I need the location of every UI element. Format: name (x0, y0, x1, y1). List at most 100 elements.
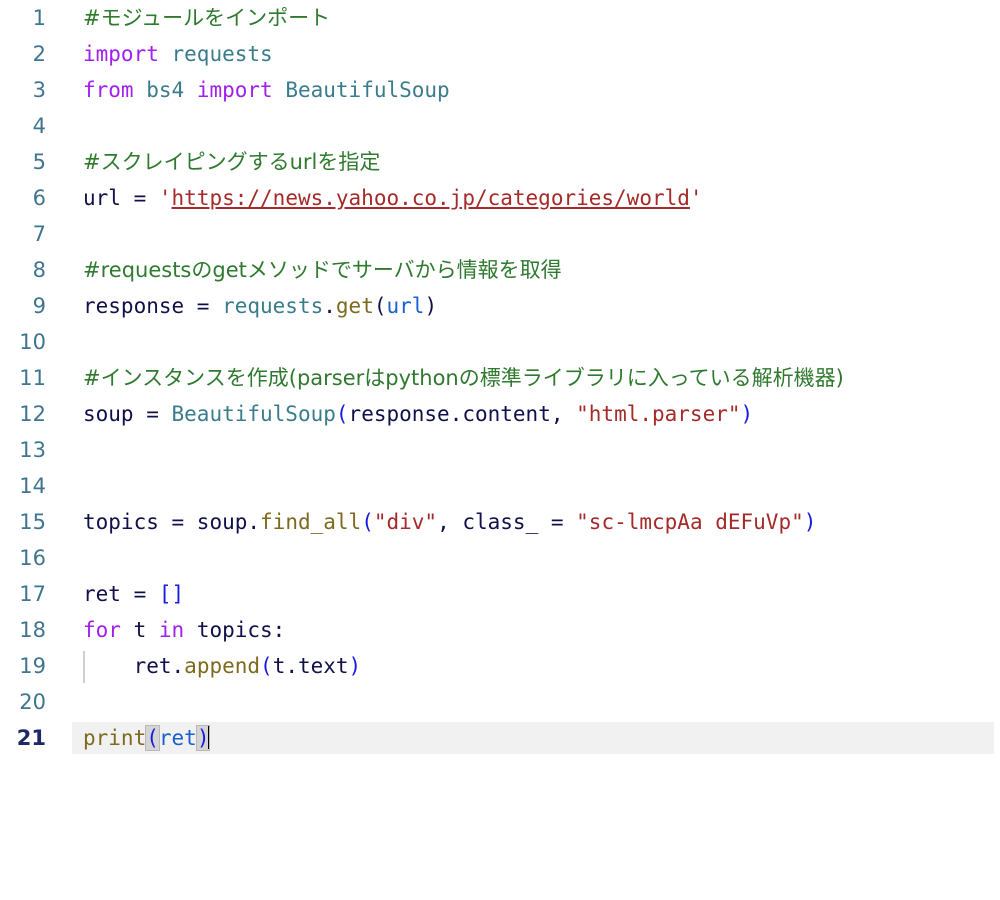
code-line[interactable]: 11 #インスタンスを作成(parserはpythonの標準ライブラリに入ってい… (0, 360, 1000, 396)
token-method: get (335, 294, 374, 318)
code-line[interactable]: 2 import requests (0, 36, 1000, 72)
code-line[interactable]: 9 response = requests.get(url) (0, 288, 1000, 324)
token-list-literal: [] (158, 582, 185, 606)
token-comment: #モジュールをインポート (83, 6, 331, 30)
line-number: 2 (32, 42, 46, 66)
token-module: requests (222, 294, 324, 318)
token-paren-open-matched: ( (145, 725, 160, 751)
line-number: 16 (19, 546, 46, 570)
code-line[interactable]: 7 (0, 216, 1000, 252)
code-line[interactable]: 12 soup = BeautifulSoup(response.content… (0, 396, 1000, 432)
token-class: BeautifulSoup (171, 402, 336, 426)
code-line[interactable]: 18 for t in topics: (0, 612, 1000, 648)
token-module: bs4 (146, 78, 185, 102)
code-line[interactable]: 5 #スクレイピングするurlを指定 (0, 144, 1000, 180)
code-line[interactable]: 15 topics = soup.find_all("div", class_ … (0, 504, 1000, 540)
token-paren-close: ) (424, 294, 438, 318)
token-builtin-function: print (83, 726, 147, 750)
token-module: requests (171, 42, 273, 66)
line-content[interactable]: from bs4 import BeautifulSoup (83, 72, 1000, 108)
token-class: BeautifulSoup (285, 78, 450, 102)
token-keyword: from (83, 78, 134, 102)
token-variable: topics (83, 510, 159, 534)
token-variable: response (83, 294, 185, 318)
token-argument: t.text (272, 654, 349, 678)
code-line[interactable]: 13 (0, 432, 1000, 468)
token-dot: . (171, 654, 185, 678)
token-string: "sc-lmcpAa dEFuVp" (576, 510, 804, 534)
token-method: append (184, 654, 261, 678)
code-line[interactable]: 10 (0, 324, 1000, 360)
token-argument: ret (158, 726, 197, 750)
code-line[interactable]: 4 (0, 108, 1000, 144)
token-comment: #インスタンスを作成(parserはpythonの標準ライブラリに入っている解析… (83, 366, 844, 390)
token-argument: response.content (348, 402, 551, 426)
line-number: 6 (32, 186, 46, 210)
line-number: 15 (19, 510, 46, 534)
code-line[interactable]: 1 #モジュールをインポート (0, 0, 1000, 36)
token-comment: #スクレイピングするurlを指定 (83, 150, 381, 174)
line-number: 20 (19, 690, 46, 714)
code-line[interactable]: 19 ret.append(t.text) (0, 648, 1000, 684)
line-content[interactable]: for t in topics: (83, 612, 1000, 648)
token-keyword: in (158, 618, 185, 642)
line-content[interactable]: ret.append(t.text) (83, 648, 1000, 684)
line-number: 3 (32, 78, 46, 102)
line-number: 4 (32, 114, 46, 138)
line-content[interactable]: topics = soup.find_all("div", class_ = "… (83, 504, 1000, 540)
code-line[interactable]: 14 (0, 468, 1000, 504)
line-content[interactable]: import requests (83, 36, 1000, 72)
code-line-active[interactable]: 21 print(ret) (0, 720, 1000, 756)
token-variable: ret (83, 582, 121, 606)
code-line[interactable]: 6 url = 'https://news.yahoo.co.jp/catego… (0, 180, 1000, 216)
token-url-string[interactable]: https://news.yahoo.co.jp/categories/worl… (172, 186, 690, 210)
token-paren-open: ( (373, 294, 387, 318)
token-object: soup (196, 510, 248, 534)
token-argument: url (386, 294, 425, 318)
line-content[interactable]: #モジュールをインポート (83, 0, 1000, 36)
line-number: 13 (19, 438, 46, 462)
token-variable: url (83, 186, 121, 210)
code-editor[interactable]: 1 #モジュールをインポート 2 import requests 3 from … (0, 0, 1000, 780)
token-quote: ' (689, 186, 703, 210)
token-kwarg: class_ (462, 510, 539, 534)
text-caret (208, 725, 211, 749)
token-keyword: import (196, 78, 273, 102)
token-variable: ret (133, 654, 172, 678)
token-string: "div" (373, 510, 438, 534)
line-content[interactable]: response = requests.get(url) (83, 288, 1000, 324)
line-content[interactable]: ret = [] (83, 576, 1000, 612)
line-content[interactable]: url = 'https://news.yahoo.co.jp/categori… (83, 180, 1000, 216)
line-number: 8 (32, 258, 46, 282)
token-operator: = (133, 402, 172, 426)
line-number: 14 (19, 474, 46, 498)
code-line[interactable]: 17 ret = [] (0, 576, 1000, 612)
token-keyword: import (83, 42, 159, 66)
token-paren-close: ) (348, 654, 362, 678)
token-keyword: for (83, 618, 121, 642)
line-number: 11 (19, 366, 46, 390)
line-content[interactable]: #スクレイピングするurlを指定 (83, 144, 1000, 180)
code-line[interactable]: 3 from bs4 import BeautifulSoup (0, 72, 1000, 108)
token-sequence: topics: (184, 618, 286, 642)
line-content[interactable]: print(ret) (83, 720, 1000, 756)
token-string: "html.parser" (576, 402, 741, 426)
line-number: 1 (32, 6, 46, 30)
token-iterator: t (120, 618, 159, 642)
line-content[interactable]: soup = BeautifulSoup(response.content, "… (83, 396, 1000, 432)
line-number: 9 (32, 294, 46, 318)
code-line[interactable]: 20 (0, 684, 1000, 720)
token-paren-open: ( (260, 654, 273, 678)
token-operator: = (120, 186, 159, 210)
token-quote: ' (158, 186, 172, 210)
code-line[interactable]: 8 #requestsのgetメソッドでサーバから情報を取得 (0, 252, 1000, 288)
token-operator: = (184, 294, 223, 318)
line-content[interactable]: #requestsのgetメソッドでサーバから情報を取得 (83, 252, 1000, 288)
token-operator: = (538, 510, 577, 534)
code-line[interactable]: 16 (0, 540, 1000, 576)
line-content[interactable]: #インスタンスを作成(parserはpythonの標準ライブラリに入っている解析… (83, 360, 1000, 396)
token-method: find_all (260, 510, 362, 534)
